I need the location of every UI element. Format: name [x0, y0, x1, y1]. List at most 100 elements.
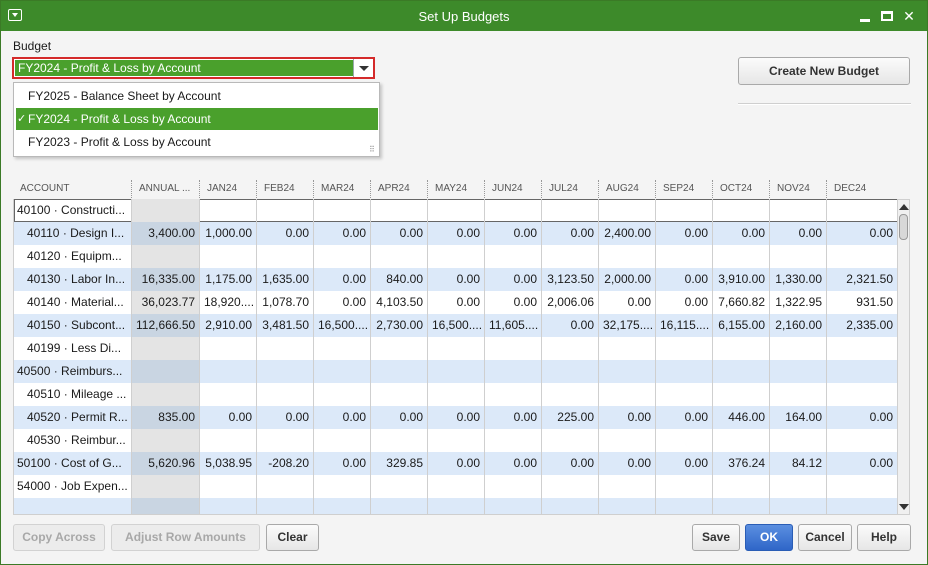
amount-cell[interactable]: [371, 429, 428, 452]
amount-cell[interactable]: [314, 475, 371, 498]
close-button[interactable]: ✕: [898, 6, 920, 26]
account-cell[interactable]: [14, 498, 132, 514]
amount-cell[interactable]: [314, 245, 371, 268]
amount-cell[interactable]: [599, 498, 656, 514]
amount-cell[interactable]: [656, 199, 713, 222]
amount-cell[interactable]: 18,920....: [200, 291, 257, 314]
amount-cell[interactable]: [656, 475, 713, 498]
amount-cell[interactable]: 0.00: [257, 406, 314, 429]
amount-cell[interactable]: 0.00: [485, 268, 542, 291]
amount-cell[interactable]: [371, 360, 428, 383]
amount-cell[interactable]: 0.00: [200, 406, 257, 429]
amount-cell[interactable]: [542, 383, 599, 406]
amount-cell[interactable]: 11,605....: [485, 314, 542, 337]
amount-cell[interactable]: -208.20: [257, 452, 314, 475]
ok-button[interactable]: OK: [745, 524, 793, 551]
amount-cell[interactable]: [599, 383, 656, 406]
account-cell[interactable]: 40520 · Permit R...: [14, 406, 132, 429]
resize-grip-icon[interactable]: ⠿: [369, 146, 377, 154]
account-cell[interactable]: 40510 · Mileage ...: [14, 383, 132, 406]
column-header[interactable]: APR24: [370, 180, 427, 198]
amount-cell[interactable]: 931.50: [827, 291, 897, 314]
create-new-budget-button[interactable]: Create New Budget: [738, 57, 910, 85]
amount-cell[interactable]: 225.00: [542, 406, 599, 429]
account-cell[interactable]: 50100 · Cost of G...: [14, 452, 132, 475]
amount-cell[interactable]: [314, 360, 371, 383]
amount-cell[interactable]: [656, 360, 713, 383]
amount-cell[interactable]: [428, 337, 485, 360]
amount-cell[interactable]: 0.00: [656, 452, 713, 475]
amount-cell[interactable]: 2,321.50: [827, 268, 897, 291]
amount-cell[interactable]: 1,322.95: [770, 291, 827, 314]
amount-cell[interactable]: 1,078.70: [257, 291, 314, 314]
amount-cell[interactable]: [713, 337, 770, 360]
amount-cell[interactable]: [485, 475, 542, 498]
amount-cell[interactable]: [542, 360, 599, 383]
amount-cell[interactable]: 0.00: [314, 291, 371, 314]
amount-cell[interactable]: 0.00: [314, 268, 371, 291]
amount-cell[interactable]: [827, 498, 897, 514]
cancel-button[interactable]: Cancel: [798, 524, 852, 551]
column-header[interactable]: OCT24: [712, 180, 769, 198]
amount-cell[interactable]: [200, 245, 257, 268]
amount-cell[interactable]: 16,500....: [314, 314, 371, 337]
amount-cell[interactable]: [770, 429, 827, 452]
amount-cell[interactable]: [599, 199, 656, 222]
amount-cell[interactable]: 1,635.00: [257, 268, 314, 291]
amount-cell[interactable]: 0.00: [428, 452, 485, 475]
amount-cell[interactable]: [713, 360, 770, 383]
amount-cell[interactable]: 0.00: [656, 291, 713, 314]
amount-cell[interactable]: [827, 199, 897, 222]
amount-cell[interactable]: [713, 498, 770, 514]
amount-cell[interactable]: 840.00: [371, 268, 428, 291]
amount-cell[interactable]: [599, 429, 656, 452]
column-header[interactable]: DEC24: [826, 180, 897, 198]
amount-cell[interactable]: [200, 337, 257, 360]
amount-cell[interactable]: [257, 245, 314, 268]
amount-cell[interactable]: 329.85: [371, 452, 428, 475]
column-header[interactable]: AUG24: [598, 180, 655, 198]
amount-cell[interactable]: [713, 245, 770, 268]
amount-cell[interactable]: [257, 383, 314, 406]
account-cell[interactable]: 40130 · Labor In...: [14, 268, 132, 291]
amount-cell[interactable]: [485, 199, 542, 222]
amount-cell[interactable]: [200, 429, 257, 452]
amount-cell[interactable]: 0.00: [428, 222, 485, 245]
amount-cell[interactable]: [713, 199, 770, 222]
amount-cell[interactable]: 0.00: [314, 452, 371, 475]
column-header[interactable]: FEB24: [256, 180, 313, 198]
account-cell[interactable]: 40120 · Equipm...: [14, 245, 132, 268]
amount-cell[interactable]: 0.00: [428, 406, 485, 429]
amount-cell[interactable]: [371, 199, 428, 222]
amount-cell[interactable]: 16,115....: [656, 314, 713, 337]
account-cell[interactable]: 54000 · Job Expen...: [14, 475, 132, 498]
amount-cell[interactable]: [656, 429, 713, 452]
amount-cell[interactable]: 0.00: [314, 406, 371, 429]
account-cell[interactable]: 40110 · Design I...: [14, 222, 132, 245]
amount-cell[interactable]: [314, 383, 371, 406]
amount-cell[interactable]: [485, 429, 542, 452]
amount-cell[interactable]: [542, 475, 599, 498]
amount-cell[interactable]: [542, 199, 599, 222]
amount-cell[interactable]: [656, 337, 713, 360]
amount-cell[interactable]: 0.00: [827, 406, 897, 429]
amount-cell[interactable]: 0.00: [656, 268, 713, 291]
amount-cell[interactable]: [371, 337, 428, 360]
amount-cell[interactable]: 32,175....: [599, 314, 656, 337]
account-cell[interactable]: 40199 · Less Di...: [14, 337, 132, 360]
amount-cell[interactable]: [656, 383, 713, 406]
amount-cell[interactable]: [713, 383, 770, 406]
amount-cell[interactable]: 3,123.50: [542, 268, 599, 291]
amount-cell[interactable]: [428, 475, 485, 498]
amount-cell[interactable]: [200, 199, 257, 222]
column-header[interactable]: SEP24: [655, 180, 712, 198]
amount-cell[interactable]: [656, 245, 713, 268]
vertical-scrollbar[interactable]: [897, 199, 910, 515]
amount-cell[interactable]: [371, 475, 428, 498]
amount-cell[interactable]: 1,330.00: [770, 268, 827, 291]
amount-cell[interactable]: [257, 429, 314, 452]
amount-cell[interactable]: [257, 475, 314, 498]
amount-cell[interactable]: [371, 383, 428, 406]
amount-cell[interactable]: [428, 498, 485, 514]
amount-cell[interactable]: [428, 383, 485, 406]
